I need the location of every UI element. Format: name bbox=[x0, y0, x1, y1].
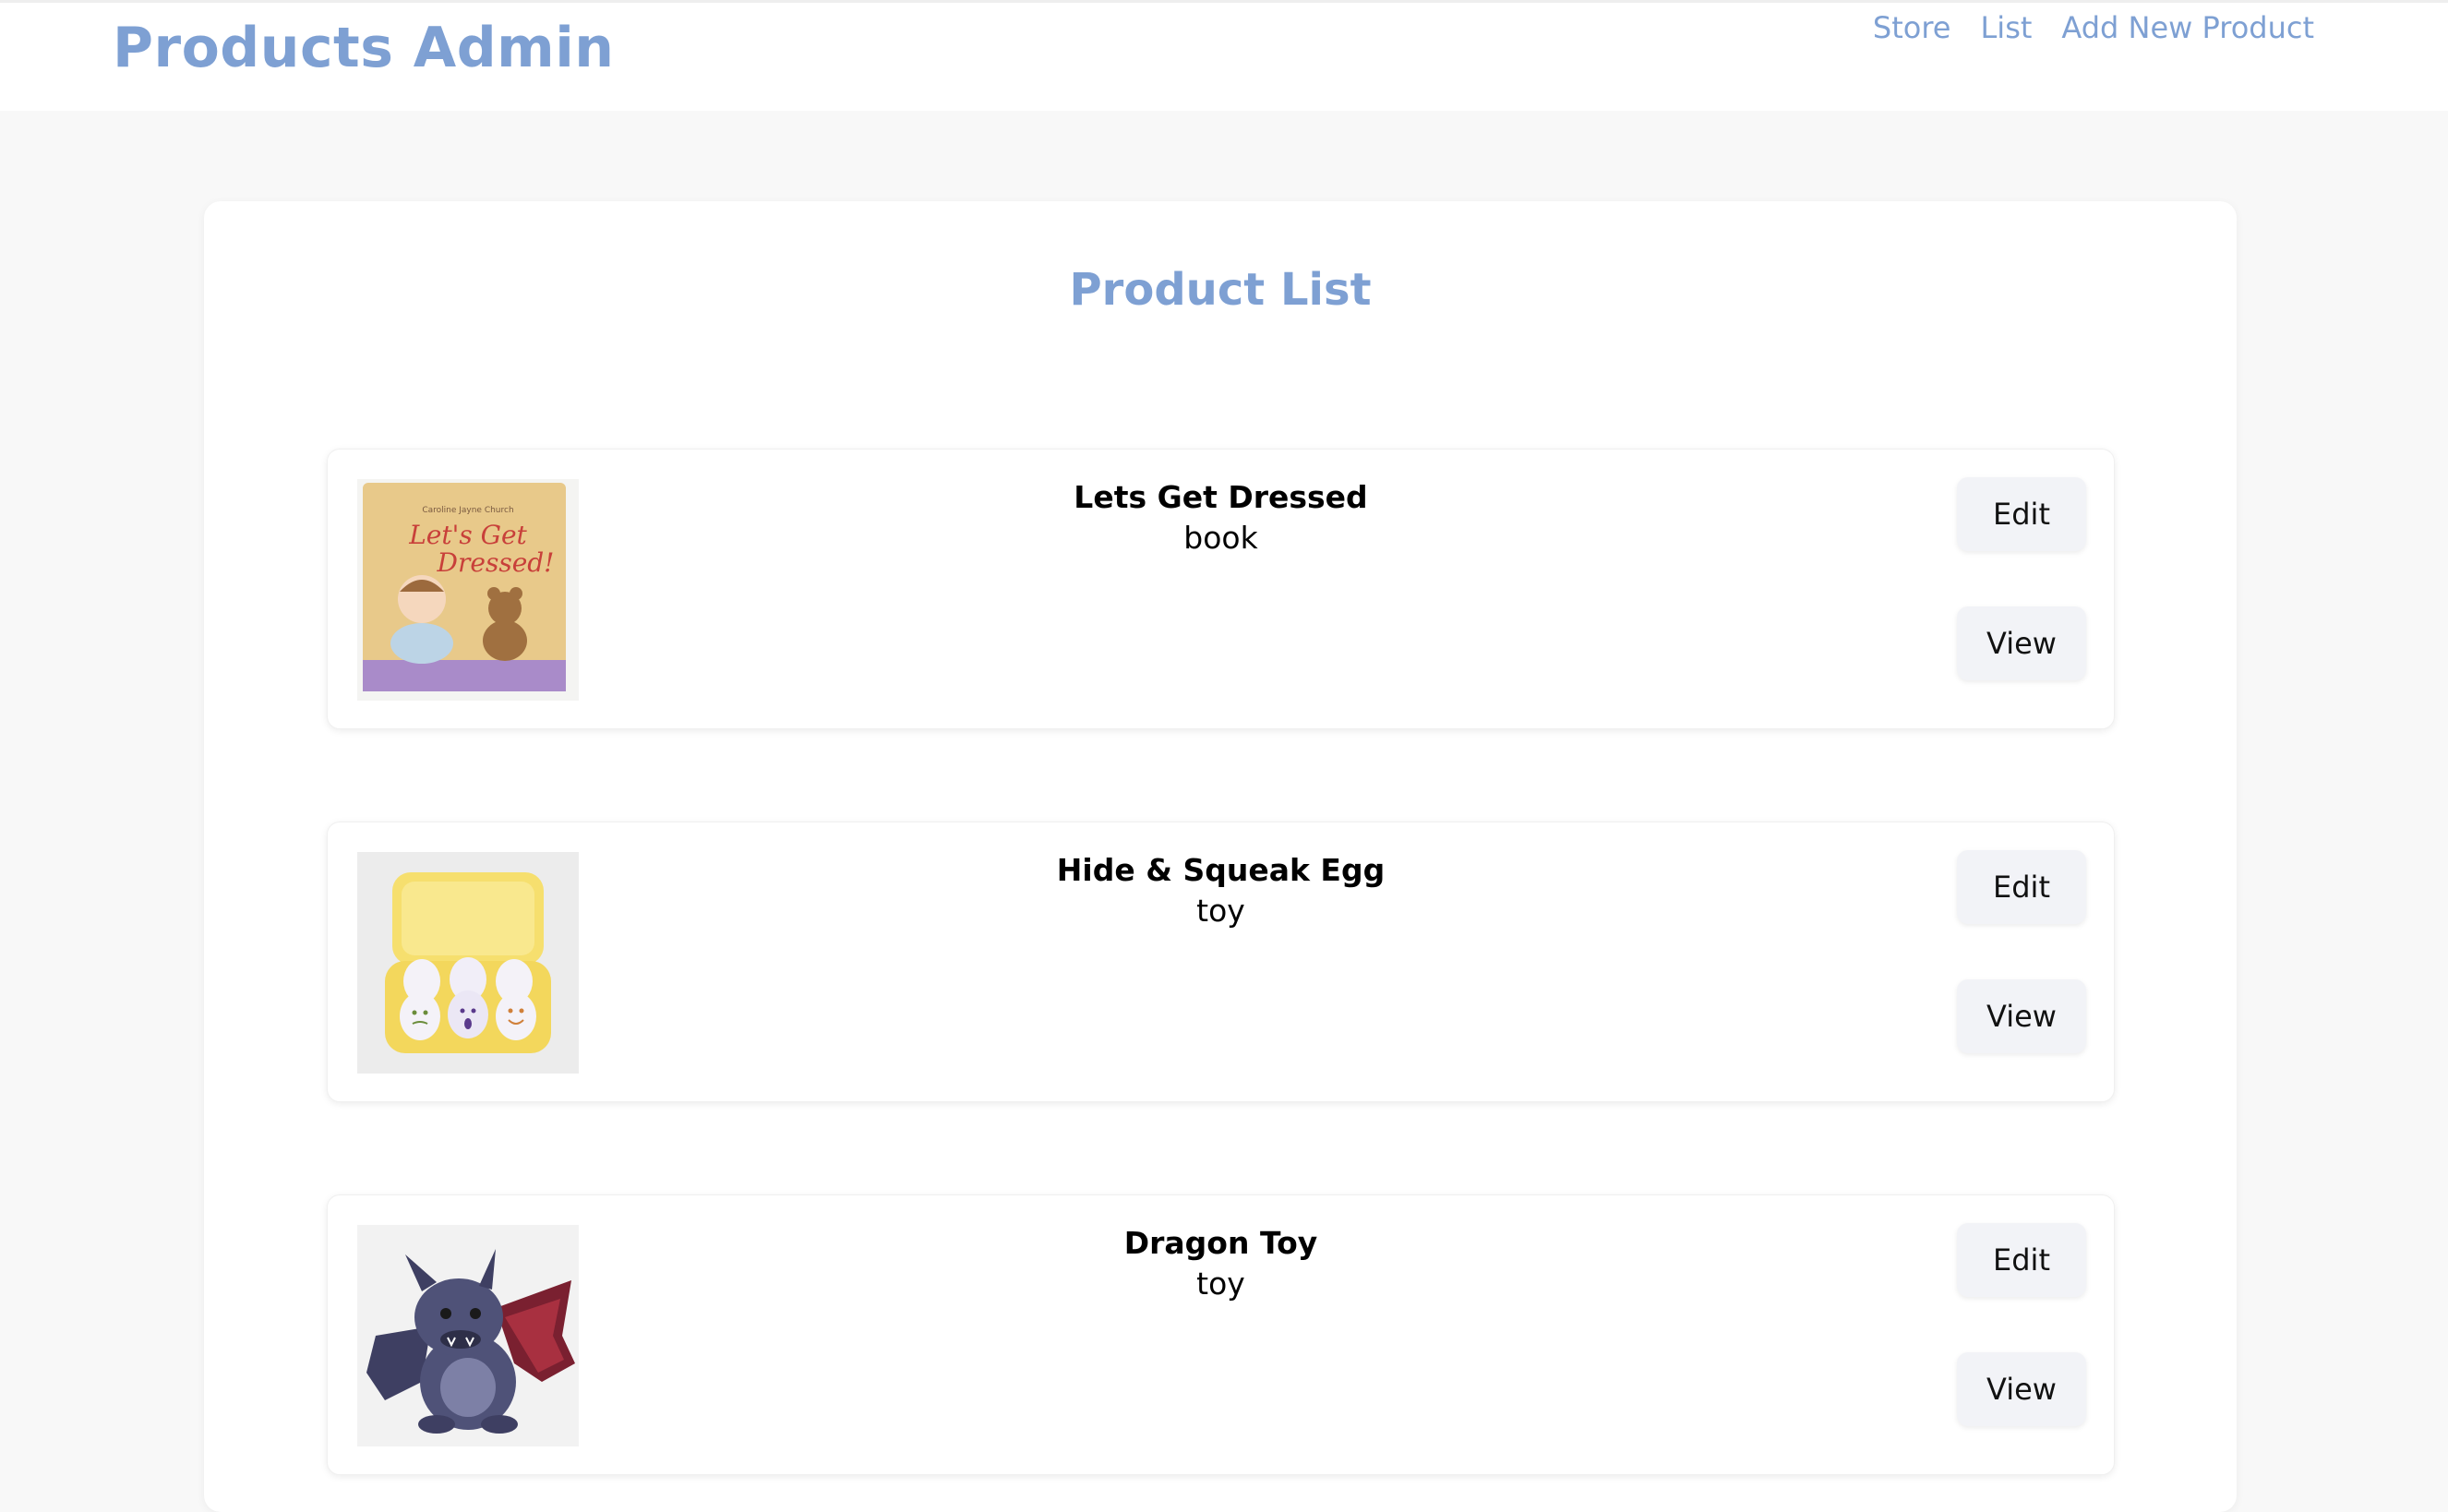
product-type: toy bbox=[1196, 1266, 1245, 1302]
view-button[interactable]: View bbox=[1957, 1352, 2086, 1426]
product-info: Lets Get Dressed book bbox=[328, 477, 2114, 558]
top-navbar: Products Admin Store List Add New Produc… bbox=[0, 0, 2448, 111]
nav-link-add-new-product[interactable]: Add New Product bbox=[2061, 10, 2314, 45]
edit-button[interactable]: Edit bbox=[1957, 850, 2086, 924]
product-card: Caroline Jayne Church Let's Get Dressed!… bbox=[327, 449, 2115, 729]
product-type: toy bbox=[1196, 893, 1245, 929]
product-list-panel: Product List Caroline Jayne Church Let's… bbox=[204, 201, 2237, 1512]
edit-button[interactable]: Edit bbox=[1957, 1223, 2086, 1297]
product-name: Hide & Squeak Egg bbox=[1056, 852, 1386, 888]
view-button[interactable]: View bbox=[1957, 979, 2086, 1053]
product-info: Dragon Toy toy bbox=[328, 1223, 2114, 1304]
product-type: book bbox=[1183, 520, 1258, 556]
brand-title[interactable]: Products Admin bbox=[113, 16, 614, 80]
product-name: Lets Get Dressed bbox=[1074, 479, 1368, 515]
page-title: Product List bbox=[1069, 264, 1372, 316]
nav-links: Store List Add New Product bbox=[1873, 10, 2314, 45]
edit-button[interactable]: Edit bbox=[1957, 477, 2086, 551]
product-info: Hide & Squeak Egg toy bbox=[328, 850, 2114, 931]
view-button[interactable]: View bbox=[1957, 606, 2086, 680]
product-name: Dragon Toy bbox=[1123, 1225, 1318, 1261]
product-card: Hide & Squeak Egg toy Edit View bbox=[327, 822, 2115, 1102]
nav-link-store[interactable]: Store bbox=[1873, 10, 1951, 45]
product-card: Dragon Toy toy Edit View bbox=[327, 1194, 2115, 1475]
nav-link-list[interactable]: List bbox=[1980, 10, 2032, 45]
